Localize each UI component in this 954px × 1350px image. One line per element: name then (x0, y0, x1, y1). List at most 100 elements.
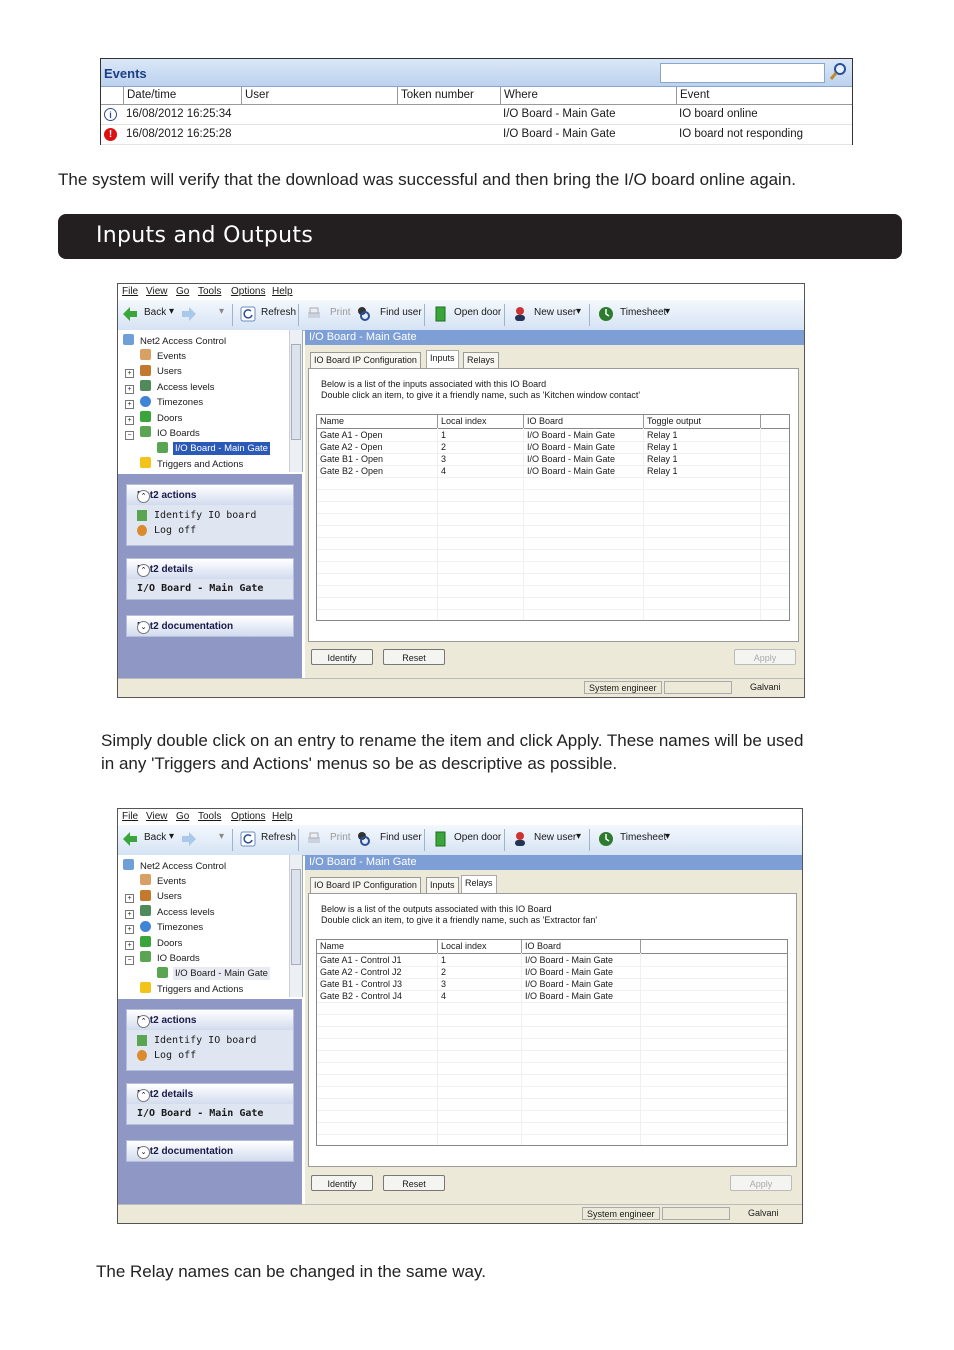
column-token[interactable]: Token number (397, 87, 500, 104)
expand-icon[interactable]: + (125, 369, 134, 378)
find-user-button[interactable]: Find user (380, 832, 422, 843)
expand-icon[interactable]: + (125, 416, 134, 425)
expand-icon[interactable]: + (125, 385, 134, 394)
find-user-icon[interactable] (355, 831, 371, 847)
column-name[interactable]: Name (317, 415, 438, 428)
find-user-button[interactable]: Find user (380, 307, 422, 318)
menu-go[interactable]: Go (176, 286, 189, 297)
new-user-dropdown-icon[interactable]: ▾ (576, 831, 581, 842)
tab-relays[interactable]: Relays (461, 875, 497, 893)
expand-chevron-icon[interactable]: ⌄ (137, 621, 150, 634)
tab-relays[interactable]: Relays (463, 352, 499, 368)
back-button[interactable]: Back (144, 307, 166, 318)
tree-io-boards[interactable]: IO Boards (157, 953, 200, 964)
expand-icon[interactable]: + (125, 925, 134, 934)
print-button[interactable]: Print (330, 307, 351, 318)
back-arrow-icon[interactable] (122, 831, 138, 847)
menu-options[interactable]: Options (231, 286, 265, 297)
search-icon[interactable] (828, 62, 848, 82)
refresh-icon[interactable] (240, 306, 256, 322)
refresh-icon[interactable] (240, 831, 256, 847)
event-row[interactable]: i 16/08/2012 16:25:34 I/O Board - Main G… (101, 105, 852, 125)
tab-ip-configuration[interactable]: IO Board IP Configuration (310, 352, 421, 368)
scrollbar-thumb[interactable] (291, 344, 301, 440)
collapse-icon[interactable]: − (125, 431, 134, 440)
column-name[interactable]: Name (317, 940, 438, 953)
forward-dropdown-icon[interactable]: ▾ (219, 306, 224, 317)
tab-ip-configuration[interactable]: IO Board IP Configuration (310, 877, 421, 893)
column-local-index[interactable]: Local index (438, 415, 524, 428)
new-user-dropdown-icon[interactable]: ▾ (576, 306, 581, 317)
events-search-input[interactable] (660, 63, 825, 83)
tree-users[interactable]: Users (157, 366, 182, 377)
menu-help[interactable]: Help (272, 286, 293, 297)
print-icon[interactable] (306, 831, 322, 847)
tree-access-levels[interactable]: Access levels (157, 907, 215, 918)
column-datetime[interactable]: Date/time (123, 87, 241, 104)
back-arrow-icon[interactable] (122, 306, 138, 322)
action-identify-io-board[interactable]: Identify IO board (154, 510, 256, 521)
tree-access-levels[interactable]: Access levels (157, 382, 215, 393)
expand-icon[interactable]: + (125, 894, 134, 903)
back-button[interactable]: Back (144, 832, 166, 843)
tree-root[interactable]: Net2 Access Control (140, 861, 226, 872)
tree-triggers-and-actions[interactable]: Triggers and Actions (157, 459, 243, 470)
open-door-button[interactable]: Open door (454, 832, 501, 843)
open-door-icon[interactable] (432, 306, 448, 322)
column-event[interactable]: Event (676, 87, 852, 104)
action-log-off[interactable]: Log off (154, 1050, 196, 1061)
refresh-button[interactable]: Refresh (261, 307, 296, 318)
tree-users[interactable]: Users (157, 891, 182, 902)
column-local-index[interactable]: Local index (438, 940, 522, 953)
expand-icon[interactable]: + (125, 910, 134, 919)
new-user-icon[interactable] (512, 306, 528, 322)
collapse-icon[interactable]: − (125, 956, 134, 965)
menu-view[interactable]: View (146, 286, 168, 297)
tree-doors[interactable]: Doors (157, 938, 182, 949)
column-user[interactable]: User (241, 87, 397, 104)
print-icon[interactable] (306, 306, 322, 322)
new-user-icon[interactable] (512, 831, 528, 847)
collapse-chevron-icon[interactable]: ⌃ (137, 490, 150, 503)
timesheet-dropdown-icon[interactable]: ▾ (665, 306, 670, 317)
tree-triggers-and-actions[interactable]: Triggers and Actions (157, 984, 243, 995)
back-dropdown-icon[interactable]: ▾ (169, 306, 174, 317)
menu-file[interactable]: File (122, 811, 138, 822)
tree-doors[interactable]: Doors (157, 413, 182, 424)
tree-root[interactable]: Net2 Access Control (140, 336, 226, 347)
open-door-icon[interactable] (432, 831, 448, 847)
timesheet-button[interactable]: Timesheet (620, 832, 666, 843)
print-button[interactable]: Print (330, 832, 351, 843)
column-io-board[interactable]: IO Board (522, 940, 641, 953)
tree-timezones[interactable]: Timezones (157, 397, 203, 408)
collapse-chevron-icon[interactable]: ⌃ (137, 1089, 150, 1102)
action-log-off[interactable]: Log off (154, 525, 196, 536)
reset-button[interactable]: Reset (383, 1175, 445, 1191)
collapse-chevron-icon[interactable]: ⌃ (137, 1015, 150, 1028)
timesheet-clock-icon[interactable] (598, 306, 614, 322)
menu-help[interactable]: Help (272, 811, 293, 822)
identify-button[interactable]: Identify (311, 1175, 373, 1191)
menu-tools[interactable]: Tools (198, 286, 221, 297)
collapse-chevron-icon[interactable]: ⌃ (137, 564, 150, 577)
reset-button[interactable]: Reset (383, 649, 445, 665)
tree-io-boards[interactable]: IO Boards (157, 428, 200, 439)
menu-view[interactable]: View (146, 811, 168, 822)
tree-scrollbar[interactable] (289, 330, 302, 472)
expand-chevron-icon[interactable]: ⌄ (137, 1146, 150, 1159)
column-io-board[interactable]: IO Board (524, 415, 644, 428)
apply-button[interactable]: Apply (730, 1175, 792, 1191)
tree-events[interactable]: Events (157, 351, 186, 362)
tree-io-board-main-gate[interactable]: I/O Board - Main Gate (173, 442, 270, 455)
tree-timezones[interactable]: Timezones (157, 922, 203, 933)
menu-go[interactable]: Go (176, 811, 189, 822)
column-where[interactable]: Where (500, 87, 676, 104)
back-dropdown-icon[interactable]: ▾ (169, 831, 174, 842)
new-user-button[interactable]: New user (534, 307, 576, 318)
menu-file[interactable]: File (122, 286, 138, 297)
column-toggle-output[interactable]: Toggle output (644, 415, 761, 428)
menu-tools[interactable]: Tools (198, 811, 221, 822)
expand-icon[interactable]: + (125, 400, 134, 409)
new-user-button[interactable]: New user (534, 832, 576, 843)
timesheet-button[interactable]: Timesheet (620, 307, 666, 318)
